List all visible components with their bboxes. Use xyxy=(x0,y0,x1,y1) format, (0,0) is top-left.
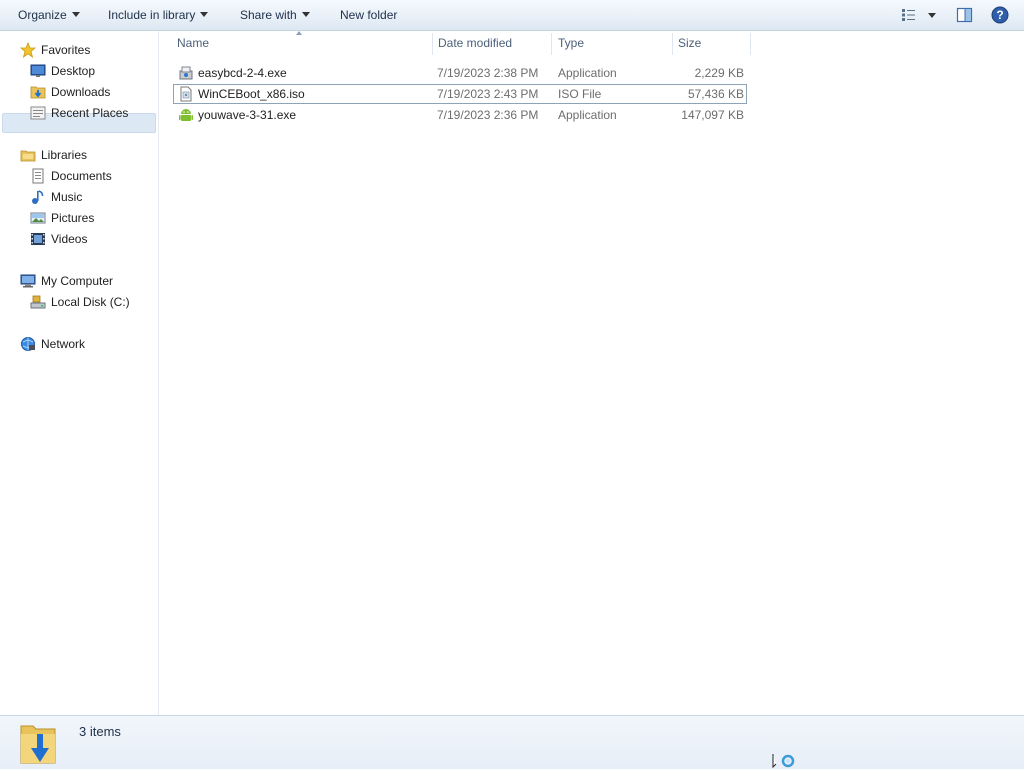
file-type: Application xyxy=(558,108,617,122)
column-divider[interactable] xyxy=(551,33,552,55)
nav-item-label: Recent Places xyxy=(51,106,129,120)
file-row[interactable]: WinCEBoot_x86.iso 7/19/2023 2:43 PM ISO … xyxy=(173,84,747,104)
network-icon xyxy=(21,337,35,351)
help-icon: ? xyxy=(991,6,1009,24)
file-date-modified: 7/19/2023 2:36 PM xyxy=(437,108,539,122)
chevron-down-icon xyxy=(71,12,80,17)
file-size: 2,229 KB xyxy=(694,66,744,80)
nav-network-label: Network xyxy=(41,337,86,351)
file-name: youwave-3-31.exe xyxy=(198,108,297,122)
include-in-library-label: Include in library xyxy=(108,8,196,22)
organize-label: Organize xyxy=(18,8,67,22)
column-divider[interactable] xyxy=(672,33,673,55)
organize-button[interactable]: Organize xyxy=(18,7,80,23)
music-icon xyxy=(32,190,44,204)
include-in-library-button[interactable]: Include in library xyxy=(108,7,209,23)
nav-item-label: Desktop xyxy=(51,64,96,78)
computer-icon xyxy=(20,274,36,288)
documents-icon xyxy=(32,168,44,184)
nav-favorites-label: Favorites xyxy=(41,43,91,57)
file-row[interactable]: easybcd-2-4.exe 7/19/2023 2:38 PM Applic… xyxy=(173,63,747,83)
command-bar: Organize Include in library Share with N… xyxy=(0,0,1024,31)
nav-item-label: Local Disk (C:) xyxy=(51,295,130,309)
file-type: Application xyxy=(558,66,617,80)
iso-file-icon xyxy=(180,86,192,102)
star-icon xyxy=(20,42,36,58)
svg-text:?: ? xyxy=(996,8,1003,22)
column-divider[interactable] xyxy=(750,33,751,55)
details-pane: 3 items xyxy=(0,715,1024,769)
view-details-icon xyxy=(902,9,936,21)
share-with-button[interactable]: Share with xyxy=(240,7,310,23)
preview-pane-button[interactable] xyxy=(956,7,974,26)
file-name: WinCEBoot_x86.iso xyxy=(198,87,305,101)
nav-item-label: Documents xyxy=(51,169,112,183)
item-count: 3 items xyxy=(79,724,121,739)
column-header-name[interactable]: Name xyxy=(177,33,209,53)
change-view-button[interactable] xyxy=(900,7,940,26)
help-button[interactable]: ? xyxy=(991,6,1009,27)
preview-pane-icon xyxy=(956,7,973,23)
file-row[interactable]: youwave-3-31.exe 7/19/2023 2:36 PM Appli… xyxy=(173,105,747,125)
installer-icon xyxy=(179,66,193,80)
libraries-icon xyxy=(20,150,36,162)
column-header-type[interactable]: Type xyxy=(558,33,584,53)
chevron-down-icon xyxy=(301,12,310,17)
new-folder-button[interactable]: New folder xyxy=(340,7,397,23)
android-app-icon xyxy=(179,109,193,121)
downloads-folder-icon xyxy=(30,86,46,99)
recent-places-icon xyxy=(30,106,46,120)
nav-item-label: Downloads xyxy=(51,85,111,99)
chevron-down-icon xyxy=(200,12,209,17)
file-size: 57,436 KB xyxy=(687,87,744,101)
busy-cursor-icon xyxy=(772,754,795,768)
column-header-size[interactable]: Size xyxy=(678,33,701,53)
file-type: ISO File xyxy=(558,87,602,101)
nav-my-computer-label: My Computer xyxy=(41,274,114,288)
pictures-icon xyxy=(30,212,46,224)
nav-libraries-label: Libraries xyxy=(41,148,88,162)
file-date-modified: 7/19/2023 2:38 PM xyxy=(437,66,539,80)
videos-icon xyxy=(31,233,45,245)
pane-splitter[interactable] xyxy=(158,31,159,715)
nav-item-label: Music xyxy=(51,190,83,204)
sort-ascending-icon xyxy=(296,31,302,35)
column-header-date-modified[interactable]: Date modified xyxy=(438,33,512,53)
navigation-pane: Favorites Desktop Downloads Recent Place… xyxy=(0,31,159,715)
new-folder-label: New folder xyxy=(340,8,398,22)
file-date-modified: 7/19/2023 2:43 PM xyxy=(437,87,539,101)
file-size: 147,097 KB xyxy=(681,108,744,122)
nav-item-label: Pictures xyxy=(51,211,95,225)
file-name: easybcd-2-4.exe xyxy=(198,66,287,80)
downloads-folder-icon xyxy=(20,725,56,764)
nav-item-label: Videos xyxy=(51,232,88,246)
desktop-icon xyxy=(30,64,46,77)
share-with-label: Share with xyxy=(240,8,297,22)
column-divider[interactable] xyxy=(432,33,433,55)
local-disk-icon xyxy=(30,295,46,309)
